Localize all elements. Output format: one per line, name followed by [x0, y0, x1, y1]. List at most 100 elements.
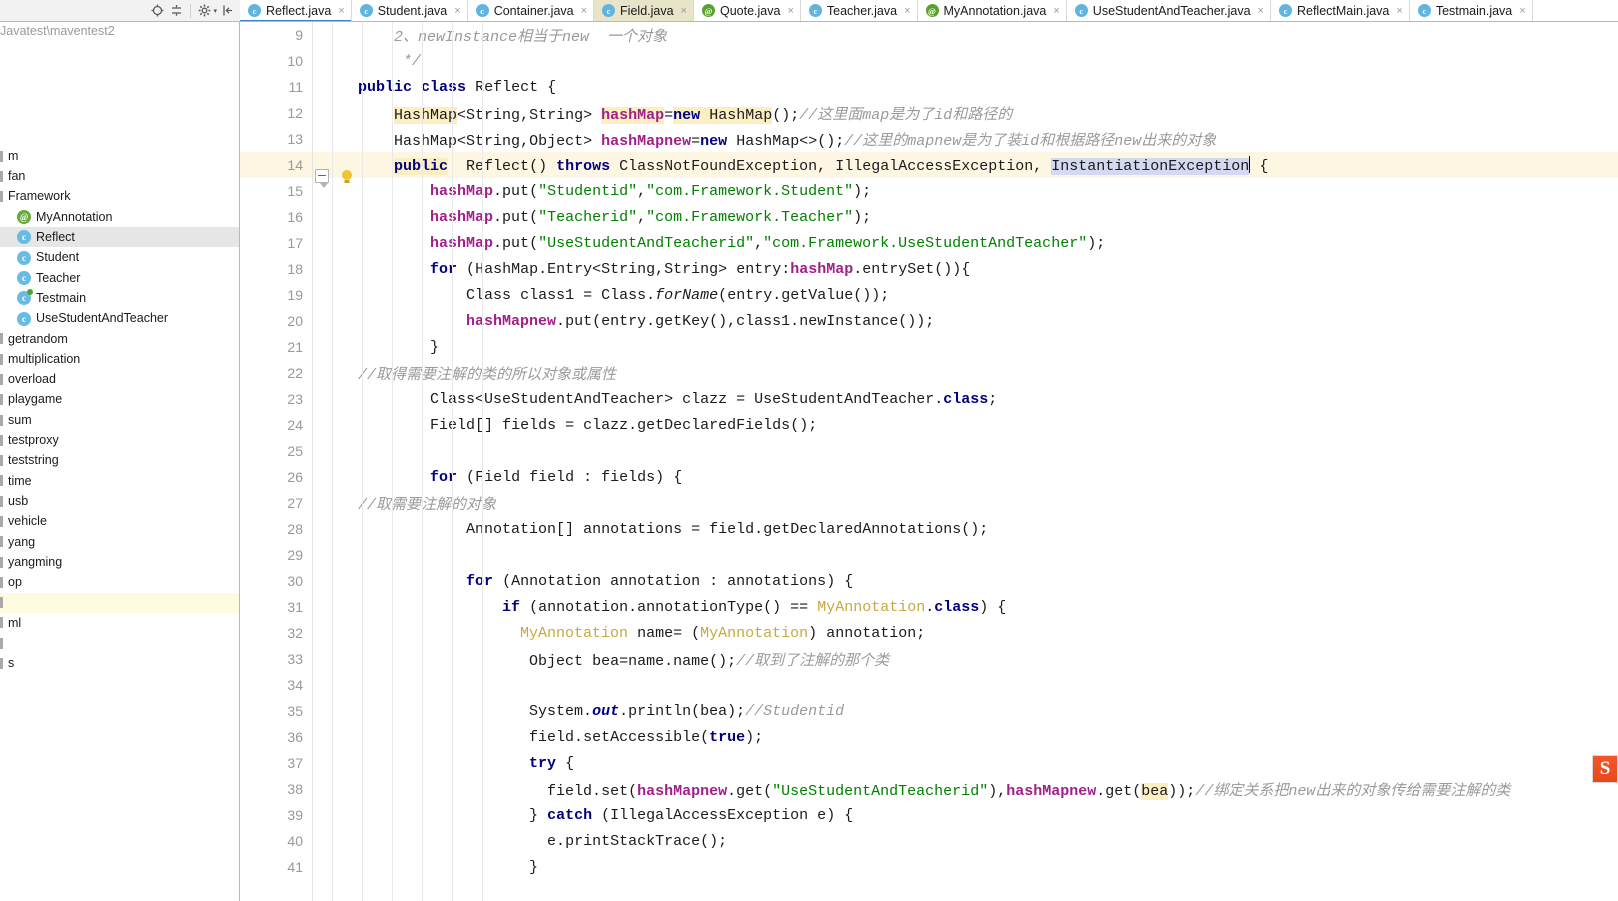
tree-item[interactable]: c Student [0, 247, 239, 267]
sogou-ime-badge[interactable]: S [1592, 755, 1618, 783]
code-line[interactable]: 24 Field[] fields = clazz.getDeclaredFie… [240, 412, 1618, 438]
tree-item[interactable]: overload [0, 369, 239, 389]
code-line[interactable]: 39 } catch (IllegalAccessException e) { [240, 802, 1618, 828]
code-line[interactable]: 16 hashMap.put("Teacherid","com.Framewor… [240, 204, 1618, 230]
class-icon: c [1278, 4, 1292, 17]
project-path-label: Javatest\maventest2 [0, 24, 115, 38]
code-line[interactable]: 34 [240, 672, 1618, 698]
code-line[interactable]: 19 Class class1 = Class.forName(entry.ge… [240, 282, 1618, 308]
tree-item[interactable]: c Testmain [0, 288, 239, 308]
code-line[interactable]: 29 [240, 542, 1618, 568]
code-line[interactable]: 18 for (HashMap.Entry<String,String> ent… [240, 256, 1618, 282]
code-line[interactable]: 13 HashMap<String,Object> hashMapnew=new… [240, 126, 1618, 152]
hide-panel-icon[interactable] [219, 2, 236, 19]
tree-item[interactable]: c UseStudentAndTeacher [0, 308, 239, 328]
package-icon [0, 150, 3, 162]
editor-tab[interactable]: c Reflect.java × [240, 0, 352, 21]
code-line[interactable]: 12 HashMap<String,String> hashMap=new Ha… [240, 100, 1618, 126]
tree-item[interactable]: usb [0, 491, 239, 511]
tree-item[interactable]: playgame [0, 390, 239, 410]
close-icon[interactable]: × [1053, 5, 1059, 17]
editor-tab[interactable]: @ MyAnnotation.java × [917, 0, 1067, 21]
tree-item[interactable]: vehicle [0, 511, 239, 531]
code-line[interactable]: 30 for (Annotation annotation : annotati… [240, 568, 1618, 594]
code-line[interactable]: 14 public Reflect() throws ClassNotFound… [240, 152, 1618, 188]
code-line[interactable]: 38 field.set(hashMapnew.get("UseStudentA… [240, 776, 1618, 802]
package-icon [0, 637, 3, 649]
code-line[interactable]: 21 } [240, 334, 1618, 360]
code-line-text: hashMap.put("Teacherid","com.Framework.T… [430, 208, 872, 226]
editor-tab[interactable]: c Student.java × [351, 0, 468, 21]
tree-item[interactable]: sum [0, 410, 239, 430]
close-icon[interactable]: × [338, 5, 344, 17]
tree-item[interactable] [0, 592, 239, 613]
close-icon[interactable]: × [581, 5, 587, 17]
editor-tab[interactable]: c ReflectMain.java × [1270, 0, 1410, 21]
editor-tab-bar[interactable]: c Reflect.java × c Student.java × c Container.j… [240, 0, 1618, 22]
tree-item[interactable]: multiplication [0, 349, 239, 369]
code-line[interactable]: 35 System.out.println(bea);//Studentid [240, 698, 1618, 724]
close-icon[interactable]: × [1258, 5, 1264, 17]
editor-tab[interactable]: c Teacher.java × [800, 0, 918, 21]
editor-tab[interactable]: @ Quote.java × [693, 0, 801, 21]
editor-tab-label: Student.java [377, 3, 448, 18]
gear-icon[interactable] [196, 2, 213, 19]
chevron-down-icon[interactable]: ▾ [213, 7, 217, 15]
code-line[interactable]: 32 MyAnnotation name= (MyAnnotation) ann… [240, 620, 1618, 646]
code-line[interactable]: 10 */ [240, 48, 1618, 74]
line-number: 15 [287, 183, 303, 199]
tree-item[interactable]: op [0, 572, 239, 592]
tree-item[interactable]: yang [0, 532, 239, 552]
tree-item[interactable] [0, 633, 239, 653]
collapse-all-icon[interactable] [168, 2, 185, 19]
tree-item[interactable]: s [0, 653, 239, 673]
close-icon[interactable]: × [1519, 5, 1525, 17]
code-line[interactable]: 15 hashMap.put("Studentid","com.Framewor… [240, 178, 1618, 204]
tree-item[interactable]: fan [0, 166, 239, 186]
tree-item-label: time [8, 473, 32, 488]
code-line[interactable]: 41 } [240, 854, 1618, 880]
tree-item[interactable]: ml [0, 613, 239, 633]
project-tree-panel[interactable]: Javatest\maventest2 m fan Framework @ MyAnno… [0, 22, 240, 901]
editor-tab[interactable]: c UseStudentAndTeacher.java × [1066, 0, 1271, 21]
code-line[interactable]: 23 Class<UseStudentAndTeacher> clazz = U… [240, 386, 1618, 412]
close-icon[interactable]: × [787, 5, 793, 17]
close-icon[interactable]: × [454, 5, 460, 17]
code-line[interactable]: 40 e.printStackTrace(); [240, 828, 1618, 854]
code-line[interactable]: 25 [240, 438, 1618, 464]
tree-item[interactable]: yangming [0, 552, 239, 572]
tree-item[interactable]: teststring [0, 450, 239, 470]
editor-tab[interactable]: c Testmain.java × [1409, 0, 1533, 21]
tree-item[interactable]: @ MyAnnotation [0, 207, 239, 227]
code-line[interactable]: 33 Object bea=name.name();//取到了注解的那个类 [240, 646, 1618, 672]
close-icon[interactable]: × [904, 5, 910, 17]
code-line[interactable]: 20 hashMapnew.put(entry.getKey(),class1.… [240, 308, 1618, 334]
close-icon[interactable]: × [681, 5, 687, 17]
project-tree-rows[interactable]: m fan Framework @ MyAnnotation c Reflect c Stude… [0, 146, 239, 674]
tree-item[interactable]: m [0, 146, 239, 166]
code-line-text: } [430, 338, 440, 356]
code-line[interactable]: 26 for (Field field : fields) { [240, 464, 1618, 490]
tree-item[interactable]: time [0, 471, 239, 491]
code-line[interactable]: 22 //取得需要注解的类的所以对象或属性 [240, 360, 1618, 386]
tree-item-label: multiplication [8, 351, 81, 366]
tree-item[interactable]: c Reflect [0, 227, 239, 248]
code-line[interactable]: 31 if (annotation.annotationType() == My… [240, 594, 1618, 620]
code-line[interactable]: 11 public class Reflect { [240, 74, 1618, 100]
editor-tab[interactable]: c Container.java × [467, 0, 595, 21]
tree-item[interactable]: c Teacher [0, 268, 239, 288]
code-line[interactable]: 28 Annotation[] annotations = field.getD… [240, 516, 1618, 542]
locate-target-icon[interactable] [149, 2, 166, 19]
code-line[interactable]: 36 field.setAccessible(true); [240, 724, 1618, 750]
code-line[interactable]: 37 try { [240, 750, 1618, 776]
tree-item[interactable]: testproxy [0, 430, 239, 450]
code-editor[interactable]: 9 2、newInstance相当于new 一个对象 10 */11 public … [240, 22, 1618, 901]
close-icon[interactable]: × [1396, 5, 1402, 17]
tree-item[interactable]: getrandom [0, 329, 239, 349]
code-line[interactable]: 17 hashMap.put("UseStudentAndTeacherid",… [240, 230, 1618, 256]
code-line[interactable]: 9 2、newInstance相当于new 一个对象 [240, 22, 1618, 48]
code-line[interactable]: 27 //取需要注解的对象 [240, 490, 1618, 516]
editor-tab[interactable]: c Field.java × [594, 0, 694, 21]
tree-item[interactable]: Framework [0, 187, 239, 207]
code-lines[interactable]: 9 2、newInstance相当于new 一个对象 10 */11 public … [240, 22, 1618, 901]
